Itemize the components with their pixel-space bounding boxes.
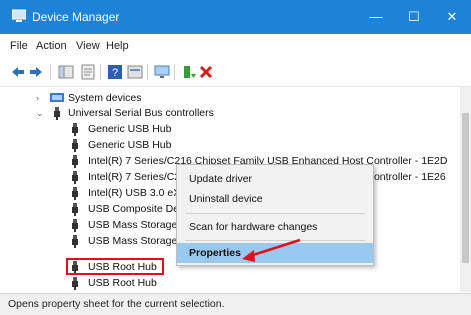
back-icon[interactable] — [10, 64, 26, 80]
device-label: Generic USB Hub — [88, 139, 172, 151]
system-devices-icon — [50, 93, 64, 102]
minimize-button[interactable]: — — [357, 0, 395, 34]
menu-item-uninstall-device[interactable]: Uninstall device — [177, 189, 373, 209]
update-driver-icon[interactable] — [181, 64, 197, 80]
usb-device-icon — [72, 123, 78, 136]
status-text: Opens property sheet for the current sel… — [8, 298, 225, 310]
close-button[interactable]: ✕ — [433, 0, 471, 34]
usb-device-icon — [72, 203, 78, 216]
properties-icon[interactable] — [80, 64, 96, 80]
menu-action[interactable]: Action — [36, 40, 67, 52]
window-title: Device Manager — [32, 10, 120, 24]
usb-device-icon — [72, 187, 78, 200]
help-icon[interactable]: ? — [107, 64, 123, 80]
menu-item-update-driver[interactable]: Update driver — [177, 169, 373, 189]
device-manager-icon — [12, 9, 26, 22]
svg-text:?: ? — [112, 67, 118, 79]
chevron-right-icon[interactable]: › — [36, 91, 39, 106]
status-bar: Opens property sheet for the current sel… — [0, 293, 471, 315]
menu-view[interactable]: View — [76, 40, 100, 52]
usb-device-icon — [72, 219, 78, 232]
device-label: USB Root Hub — [88, 277, 157, 289]
toolbar: ? — [0, 58, 471, 87]
vertical-scrollbar[interactable] — [460, 87, 471, 292]
device-view-icon[interactable] — [127, 64, 143, 80]
menu-help[interactable]: Help — [106, 40, 129, 52]
device-label: Generic USB Hub — [88, 123, 172, 135]
usb-device-icon — [72, 139, 78, 152]
tree-category-label: System devices — [68, 92, 142, 104]
annotation-arrow-icon — [242, 238, 301, 262]
maximize-button[interactable]: ☐ — [395, 0, 433, 34]
usb-device-icon — [72, 171, 78, 184]
monitor-icon[interactable] — [154, 64, 170, 80]
forward-icon[interactable] — [28, 64, 44, 80]
menu-file[interactable]: File — [10, 40, 28, 52]
uninstall-icon[interactable] — [198, 64, 214, 80]
menu-separator — [185, 213, 365, 214]
tree-category-label: Universal Serial Bus controllers — [68, 107, 214, 119]
console-tree-icon[interactable] — [58, 64, 74, 80]
usb-device-icon — [72, 277, 78, 290]
annotation-highlight-box — [66, 258, 164, 275]
usb-icon — [54, 107, 60, 120]
menu-bar: File Action View Help — [0, 34, 471, 58]
scrollbar-thumb[interactable] — [462, 113, 469, 263]
title-bar: Device Manager — ☐ ✕ — [0, 0, 471, 34]
menu-item-scan-hardware[interactable]: Scan for hardware changes — [177, 217, 373, 237]
usb-device-icon — [72, 155, 78, 168]
usb-device-icon — [72, 235, 78, 248]
chevron-down-icon[interactable]: ⌄ — [36, 106, 44, 121]
